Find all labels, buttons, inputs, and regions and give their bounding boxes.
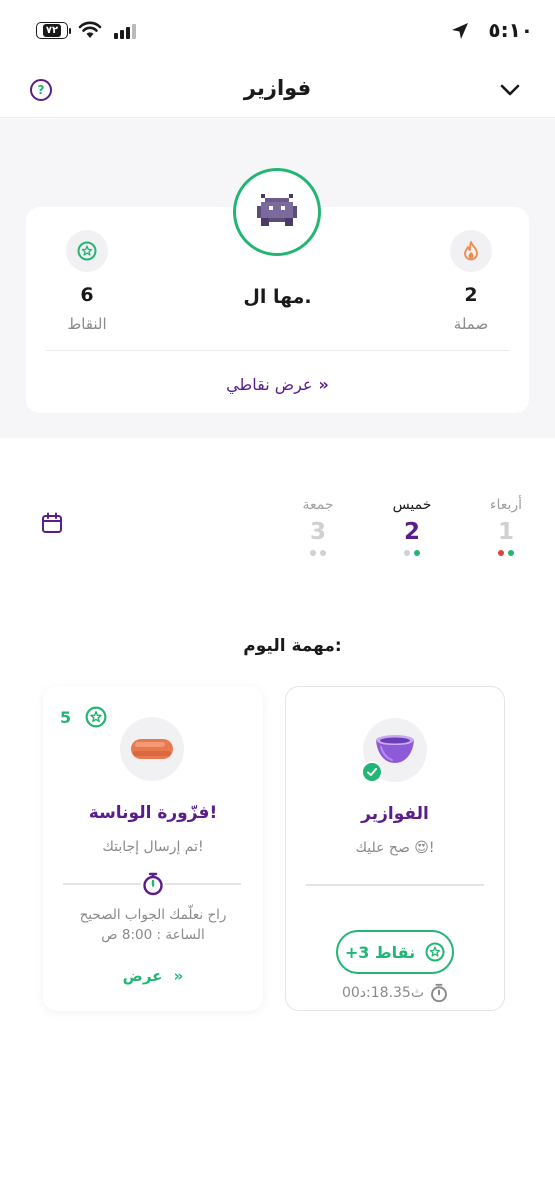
- star-badge-icon: [77, 241, 97, 261]
- streak-label: صملة: [453, 315, 489, 333]
- section-title: مهمة اليوم:: [243, 636, 342, 656]
- pixel-monster-icon: [257, 194, 297, 226]
- day-number: 1: [497, 519, 514, 545]
- task-points-value: 5: [60, 707, 72, 727]
- task-note-line: راح نعلّمك الجواب الصحيح: [79, 907, 227, 923]
- status-dot: [414, 550, 420, 556]
- status-dot: [498, 550, 504, 556]
- day-status-dots: [376, 550, 448, 556]
- wifi-icon: [78, 21, 102, 38]
- day-name: جمعة: [302, 497, 334, 513]
- bowl-icon: [376, 735, 414, 763]
- day-status-dots: [470, 550, 542, 556]
- task-title: فزّورة الوناسة!: [88, 803, 218, 823]
- fawazir-task-card[interactable]: الفوازير صح عليك 😍! +3 نقاط ث18.35:د00: [285, 686, 505, 1011]
- task-note-line: الساعة : 8:00 ص: [101, 927, 205, 943]
- status-dot: [320, 550, 326, 556]
- battery-icon: ٧٢: [36, 22, 71, 39]
- page-title: فوازير: [243, 76, 312, 100]
- task-progress-line: [306, 884, 484, 886]
- day-thursday[interactable]: خميس 2: [376, 476, 448, 581]
- earned-points-pill: +3 نقاط: [336, 930, 454, 974]
- timer-badge: [141, 872, 165, 896]
- task-title: الفوازير: [361, 804, 429, 824]
- star-badge-icon: [425, 942, 445, 962]
- stopwatch-icon: [431, 983, 447, 1003]
- date-fruit-icon: [131, 739, 173, 759]
- card-divider: [46, 350, 509, 351]
- view-task-label: عرض: [122, 967, 163, 985]
- double-chevron-icon: »: [318, 375, 329, 394]
- day-wednesday[interactable]: أربعاء 1: [470, 476, 542, 574]
- flame-icon: [464, 241, 478, 261]
- task-status: تم إرسال إجابتك!: [102, 839, 204, 855]
- earned-points-label: +3 نقاط: [344, 942, 416, 962]
- star-badge-icon: [85, 706, 107, 728]
- elapsed-time-value: ث18.35:د00: [341, 985, 425, 1001]
- task-points: 5: [60, 706, 107, 728]
- day-friday[interactable]: جمعة 3: [282, 476, 354, 574]
- avatar[interactable]: [233, 168, 321, 256]
- day-name: أربعاء: [489, 497, 523, 513]
- day-number: 3: [309, 519, 326, 545]
- task-note: راح نعلّمك الجواب الصحيح الساعة : 8:00 ص: [43, 905, 263, 945]
- status-dot: [508, 550, 514, 556]
- location-arrow-icon: [452, 23, 468, 39]
- task-result: صح عليك 😍!: [355, 840, 435, 856]
- chevron-down-icon[interactable]: [499, 79, 521, 101]
- calendar-icon: [42, 512, 62, 533]
- completed-check-icon: [361, 761, 383, 783]
- status-dot: [404, 550, 410, 556]
- points-icon-circle: [66, 230, 108, 272]
- points-label: النقاط: [67, 315, 107, 333]
- calendar-button[interactable]: [26, 497, 78, 549]
- task-image: [120, 717, 184, 781]
- view-points-label: عرض نقاطي: [226, 375, 313, 394]
- view-task-link[interactable]: عرض »: [43, 967, 263, 985]
- status-bar: ٧٢ ٥:١٠: [0, 0, 555, 62]
- signal-icon: [114, 24, 136, 39]
- status-dot: [310, 550, 316, 556]
- day-name: خميس: [392, 497, 432, 513]
- view-points-link[interactable]: عرض نقاطي »: [26, 375, 529, 394]
- double-chevron-icon: »: [173, 967, 184, 985]
- status-time: ٥:١٠: [488, 18, 533, 42]
- stopwatch-icon: [143, 872, 163, 896]
- streak-value: 2: [464, 284, 478, 306]
- elapsed-time: ث18.35:د00: [286, 983, 504, 1003]
- riddle-task-card[interactable]: 5 فزّورة الوناسة! تم إرسال إجابتك! راح ن…: [43, 686, 263, 1011]
- app-header: ? فوازير: [0, 62, 555, 118]
- day-number: 2: [403, 519, 420, 545]
- day-status-dots: [282, 550, 354, 556]
- streak-icon-circle: [450, 230, 492, 272]
